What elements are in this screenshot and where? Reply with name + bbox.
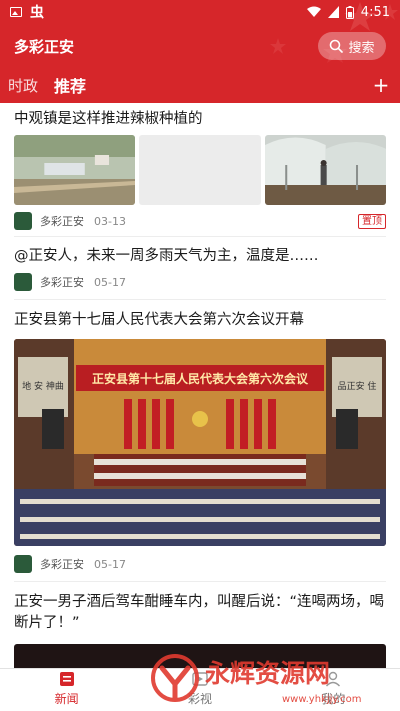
watermark-logo: 永辉资源网 www.yhkjjy.com — [151, 654, 361, 705]
news-item-3[interactable]: 正安县第十七届人民代表大会第六次会议开幕 正安县第十七届人民代表大会第六次会议 — [0, 300, 400, 582]
tab-shizheng[interactable]: 时政 — [0, 75, 46, 96]
news-meta: 多彩正安 05-17 — [0, 553, 400, 575]
news-date: 05-17 — [94, 557, 126, 571]
news-feed: 中观镇是这样推进辣椒种植的 多彩正安 03-13 置顶 @正安人，未来一周多雨天… — [0, 103, 400, 668]
add-tab-button[interactable]: + — [368, 72, 394, 98]
news-title: 正安一男子酒后驾车酣睡车内，叫醒后说：“连喝两场，喝断片了！” — [14, 594, 385, 631]
news-title: 中观镇是这样推进辣椒种植的 — [14, 111, 203, 127]
news-thumbnail-placeholder — [139, 135, 261, 205]
news-thumbnail-village — [14, 135, 136, 205]
news-item-2[interactable]: @正安人，未来一周多雨天气为主，温度是…… 多彩正安 05-17 — [0, 237, 400, 300]
conference-side-left-text: 地 安 神曲 — [22, 380, 64, 392]
source-avatar — [14, 555, 32, 573]
signal-icon — [327, 6, 339, 18]
search-label: 搜索 — [348, 40, 375, 56]
status-bar: 虫 4:51 — [0, 0, 400, 24]
app-title: 多彩正安 — [14, 37, 75, 56]
news-date: 03-13 — [94, 214, 126, 228]
news-title: 正安县第十七届人民代表大会第六次会议开幕 — [14, 312, 304, 328]
search-button[interactable]: 搜索 — [318, 32, 386, 60]
news-meta: 多彩正安 05-17 — [0, 271, 400, 293]
title-bar: 多彩正安 搜索 — [0, 24, 400, 68]
search-icon — [330, 39, 344, 53]
pinned-badge: 置顶 — [358, 213, 386, 229]
news-source: 多彩正安 — [40, 558, 84, 571]
news-item-1[interactable]: 中观镇是这样推进辣椒种植的 多彩正安 03-13 置顶 — [0, 103, 400, 237]
news-images — [0, 135, 400, 205]
battery-icon — [345, 5, 354, 19]
news-meta: 多彩正安 03-13 置顶 — [0, 210, 400, 232]
source-avatar — [14, 212, 32, 230]
category-tabs: 时政 推荐 + — [0, 68, 400, 102]
conference-banner-text: 正安县第十七届人民代表大会第六次会议 — [92, 371, 309, 386]
app-notification-icon: 虫 — [30, 5, 44, 21]
image-notification-icon — [10, 7, 22, 17]
news-image-conference: 正安县第十七届人民代表大会第六次会议 地 安 神曲 品正安 住 — [14, 339, 386, 546]
nav-news[interactable]: 新闻 — [0, 669, 133, 711]
wifi-icon — [306, 6, 321, 17]
tab-tuijian[interactable]: 推荐 — [46, 73, 94, 97]
watermark-text: 永辉资源网 — [205, 659, 330, 688]
nav-news-label: 新闻 — [54, 692, 79, 706]
conference-side-right-text: 品正安 住 — [338, 380, 377, 392]
news-title: @正安人，未来一周多雨天气为主，温度是…… — [14, 248, 319, 264]
news-icon — [59, 672, 74, 686]
news-thumbnail-greenhouse — [264, 135, 386, 205]
source-avatar — [14, 273, 32, 291]
news-date: 05-17 — [94, 275, 126, 289]
news-source: 多彩正安 — [40, 276, 84, 289]
clock: 4:51 — [360, 4, 390, 20]
news-source: 多彩正安 — [40, 215, 84, 228]
watermark-url: www.yhkjjy.com — [282, 694, 361, 705]
app-header: 虫 4:51 多彩正安 搜索 时政 推荐 + — [0, 0, 400, 103]
